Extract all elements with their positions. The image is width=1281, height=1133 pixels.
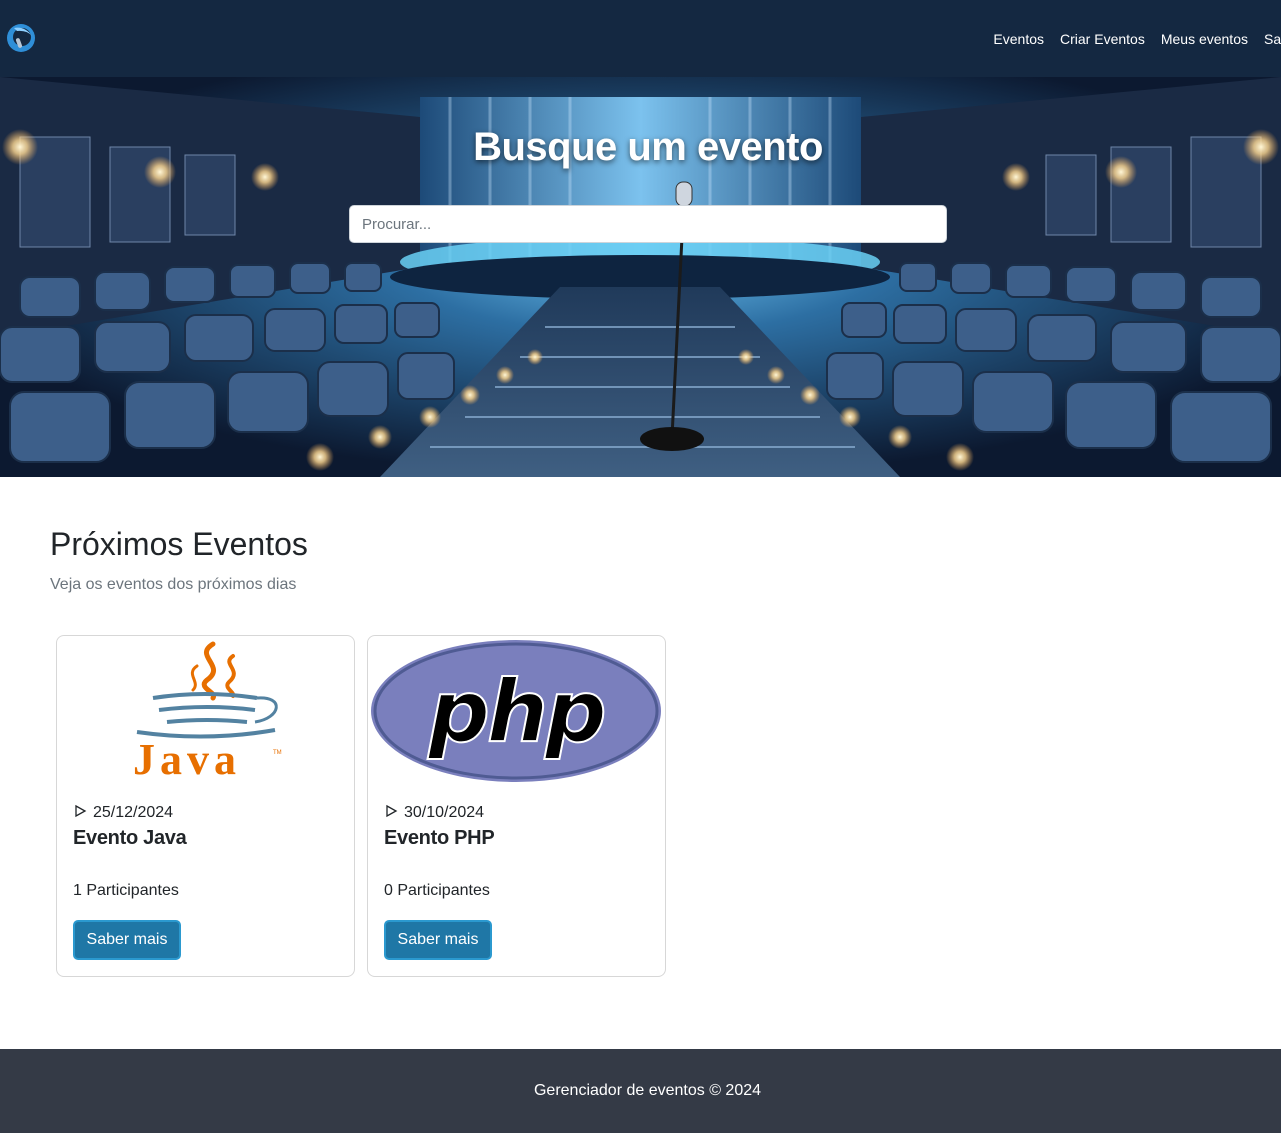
event-participants: 0 Participantes [384, 882, 490, 899]
section-subtitle: Veja os eventos dos próximos dias [50, 576, 297, 593]
nav-link-meus-eventos[interactable]: Meus eventos [1161, 31, 1248, 47]
java-logo: Java TM [133, 641, 282, 784]
globe-logo-icon[interactable] [5, 22, 37, 54]
event-date: 25/12/2024 [73, 804, 173, 822]
footer-text: Gerenciador de eventos © 2024 [533, 1082, 762, 1099]
hero-title: Busque um evento [473, 125, 823, 169]
search-input[interactable] [349, 205, 947, 243]
saber-mais-button[interactable]: Saber mais [73, 920, 181, 960]
play-icon [386, 804, 398, 818]
section-title: Próximos Eventos [50, 526, 308, 562]
navbar: Eventos Criar Eventos Meus eventos Sair [0, 0, 1281, 77]
event-title: Evento PHP [384, 827, 495, 849]
svg-text:Java: Java [133, 735, 241, 784]
event-title: Evento Java [73, 827, 187, 849]
event-card: Java TM 25/12/2024 Evento Java 1 Partici… [56, 635, 355, 977]
event-participants: 1 Participantes [73, 882, 179, 899]
play-icon [75, 804, 87, 818]
footer: Gerenciador de eventos © 2024 [0, 1049, 1281, 1133]
saber-mais-button[interactable]: Saber mais [384, 920, 492, 960]
svg-text:TM: TM [273, 750, 282, 756]
nav-link-sair[interactable]: Sair [1264, 31, 1281, 47]
php-logo: php [371, 640, 661, 782]
event-card: php 30/10/2024 Evento PHP 0 Participante… [367, 635, 666, 977]
event-date-text: 30/10/2024 [404, 804, 485, 821]
event-date: 30/10/2024 [384, 804, 484, 822]
event-date-text: 25/12/2024 [93, 804, 174, 821]
nav-link-criar-eventos[interactable]: Criar Eventos [1060, 31, 1145, 47]
hero-banner: Busque um evento [0, 77, 1281, 477]
php-logo-text: php [427, 662, 604, 762]
nav-link-eventos[interactable]: Eventos [993, 31, 1044, 47]
nav-menu: Eventos Criar Eventos Meus eventos Sair [977, 0, 1281, 77]
